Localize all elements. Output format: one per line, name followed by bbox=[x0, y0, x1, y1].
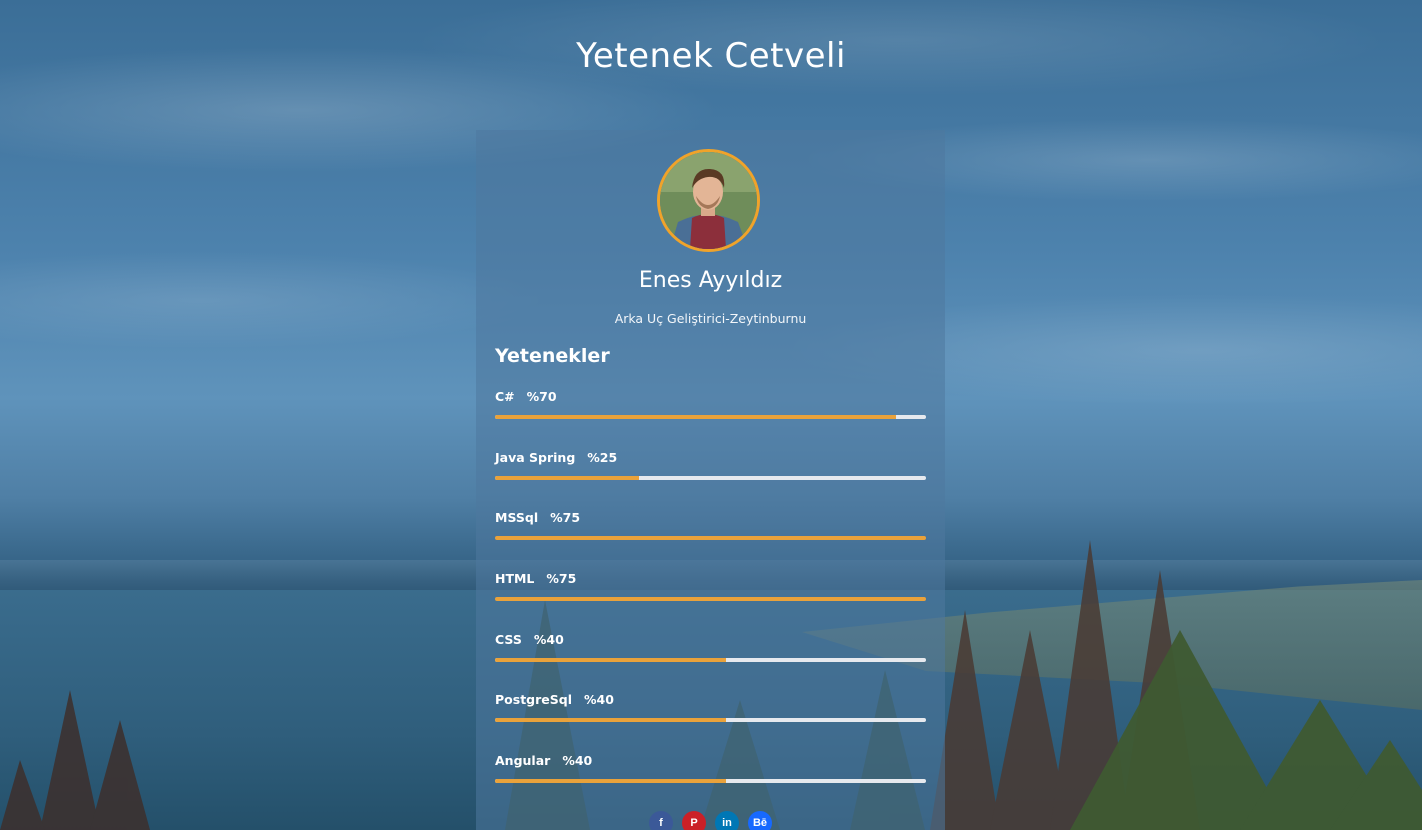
skill-name: C# bbox=[495, 389, 515, 404]
linkedin-button[interactable]: in bbox=[715, 811, 739, 830]
profile-name: Enes Ayyıldız bbox=[638, 268, 783, 293]
skill-row: PostgreSql %40 bbox=[495, 693, 926, 754]
pinterest-button[interactable]: P bbox=[682, 811, 706, 830]
skills-list: C# %70 Java Spring %25 MSSql %75 HTML %75 CSS %40… bbox=[495, 390, 926, 815]
skill-name: Angular bbox=[495, 753, 551, 769]
skill-row: MSSql %75 bbox=[495, 511, 926, 572]
skill-progress-bar bbox=[495, 657, 926, 662]
skill-progress-fill bbox=[495, 475, 640, 480]
skill-label: PostgreSql %40 bbox=[495, 693, 926, 711]
skill-name: HTML bbox=[495, 571, 535, 587]
behance-button[interactable]: Bē bbox=[748, 811, 772, 830]
skill-percent: %25 bbox=[587, 449, 618, 465]
skill-label: Java Spring %25 bbox=[495, 449, 926, 469]
skill-progress-fill bbox=[495, 415, 896, 419]
skill-percent: %75 bbox=[550, 510, 581, 526]
skill-row: HTML %75 bbox=[495, 572, 926, 633]
page-title: Yetenek Cetveli bbox=[576, 36, 846, 76]
skill-progress-fill bbox=[495, 657, 726, 662]
skill-label: MSSql %75 bbox=[495, 511, 926, 529]
pinterest-icon: P bbox=[690, 817, 698, 829]
skill-label: HTML %75 bbox=[495, 572, 926, 590]
facebook-button[interactable]: f bbox=[649, 811, 673, 830]
skill-progress-fill bbox=[495, 779, 726, 784]
behance-icon: Bē bbox=[752, 817, 768, 829]
avatar bbox=[657, 149, 760, 252]
skill-name: Java Spring bbox=[495, 449, 576, 465]
skill-progress-bar bbox=[495, 597, 926, 602]
skills-heading: Yetenekler bbox=[495, 345, 610, 367]
social-links: f Pin Bē bbox=[476, 811, 945, 830]
skill-row: Java Spring %25 bbox=[495, 449, 926, 512]
profile-role: Arka Uç Geliştirici-Zeytinburnu bbox=[614, 311, 807, 326]
skill-name: CSS bbox=[495, 631, 522, 647]
skill-label: CSS %40 bbox=[495, 631, 926, 651]
skill-progress-bar bbox=[495, 779, 926, 784]
skill-label: Angular %40 bbox=[495, 754, 926, 772]
skill-progress-bar bbox=[495, 718, 926, 723]
skill-progress-bar bbox=[495, 536, 926, 541]
person-photo-icon bbox=[660, 152, 757, 249]
skill-percent: %40 bbox=[562, 753, 593, 769]
skill-row: C# %70 bbox=[495, 390, 926, 451]
skill-progress-fill bbox=[495, 536, 926, 541]
skill-percent: %40 bbox=[584, 692, 614, 708]
profile-card: Enes Ayyıldız Arka Uç Geliştirici-Zeytin… bbox=[476, 130, 945, 830]
skill-progress-bar bbox=[495, 415, 926, 419]
skill-row: CSS %40 bbox=[495, 631, 926, 694]
linkedin-icon: in bbox=[722, 817, 732, 829]
skill-name: PostgreSql bbox=[495, 692, 572, 708]
skill-label: C# %70 bbox=[495, 390, 926, 408]
skill-percent: %40 bbox=[533, 631, 564, 647]
skill-percent: %70 bbox=[526, 389, 557, 404]
skill-percent: %75 bbox=[546, 571, 577, 587]
skill-progress-fill bbox=[495, 718, 726, 723]
facebook-icon: f bbox=[659, 817, 663, 829]
skill-name: MSSql bbox=[495, 510, 539, 526]
skill-row: Angular %40 bbox=[495, 754, 926, 815]
skill-progress-fill bbox=[495, 597, 926, 602]
skill-progress-bar bbox=[495, 475, 926, 480]
